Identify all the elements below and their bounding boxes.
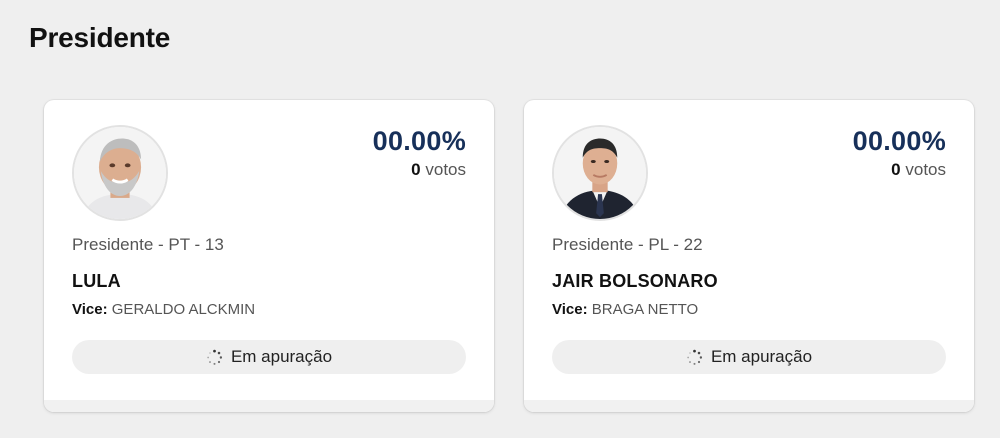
card-footer — [44, 400, 494, 412]
candidate-card-bolsonaro[interactable]: 00.00% 0 votos Presidente - PL - 22 JAIR… — [524, 100, 974, 412]
page-title: Presidente — [29, 22, 171, 53]
candidate-photo — [72, 125, 168, 221]
card-footer — [524, 400, 974, 412]
candidate-role: Presidente - PT - 13 — [72, 235, 224, 254]
status-badge: Em apuração — [552, 340, 946, 374]
vice-name: GERALDO ALCKMIN — [111, 301, 256, 318]
loading-spinner-icon — [206, 349, 223, 366]
candidate-role: Presidente - PL - 22 — [552, 235, 703, 254]
status-badge: Em apuração — [72, 340, 466, 374]
vice-name: BRAGA NETTO — [591, 301, 699, 318]
vice-line: Vice: BRAGA NETTO — [552, 301, 698, 318]
vote-count-unit: votos — [425, 160, 466, 179]
status-label: Em apuração — [710, 347, 813, 366]
loading-spinner-icon — [686, 349, 703, 366]
candidate-photo — [552, 125, 648, 221]
candidate-name: JAIR BOLSONARO — [552, 271, 718, 291]
vice-label: Vice: — [72, 301, 108, 318]
vote-count: 0 votos — [411, 160, 466, 180]
vote-percentage: 00.00% — [852, 126, 946, 156]
vote-count: 0 votos — [891, 160, 946, 180]
vote-count-number: 0 — [891, 160, 901, 179]
vote-count-number: 0 — [411, 160, 421, 179]
vice-line: Vice: GERALDO ALCKMIN — [72, 301, 255, 318]
status-label: Em apuração — [230, 347, 333, 366]
candidate-name: LULA — [72, 271, 121, 291]
vice-label: Vice: — [552, 301, 588, 318]
vote-percentage: 00.00% — [372, 126, 466, 156]
vote-count-unit: votos — [905, 160, 946, 179]
candidate-card-lula[interactable]: 00.00% 0 votos Presidente - PT - 13 LULA… — [44, 100, 494, 412]
